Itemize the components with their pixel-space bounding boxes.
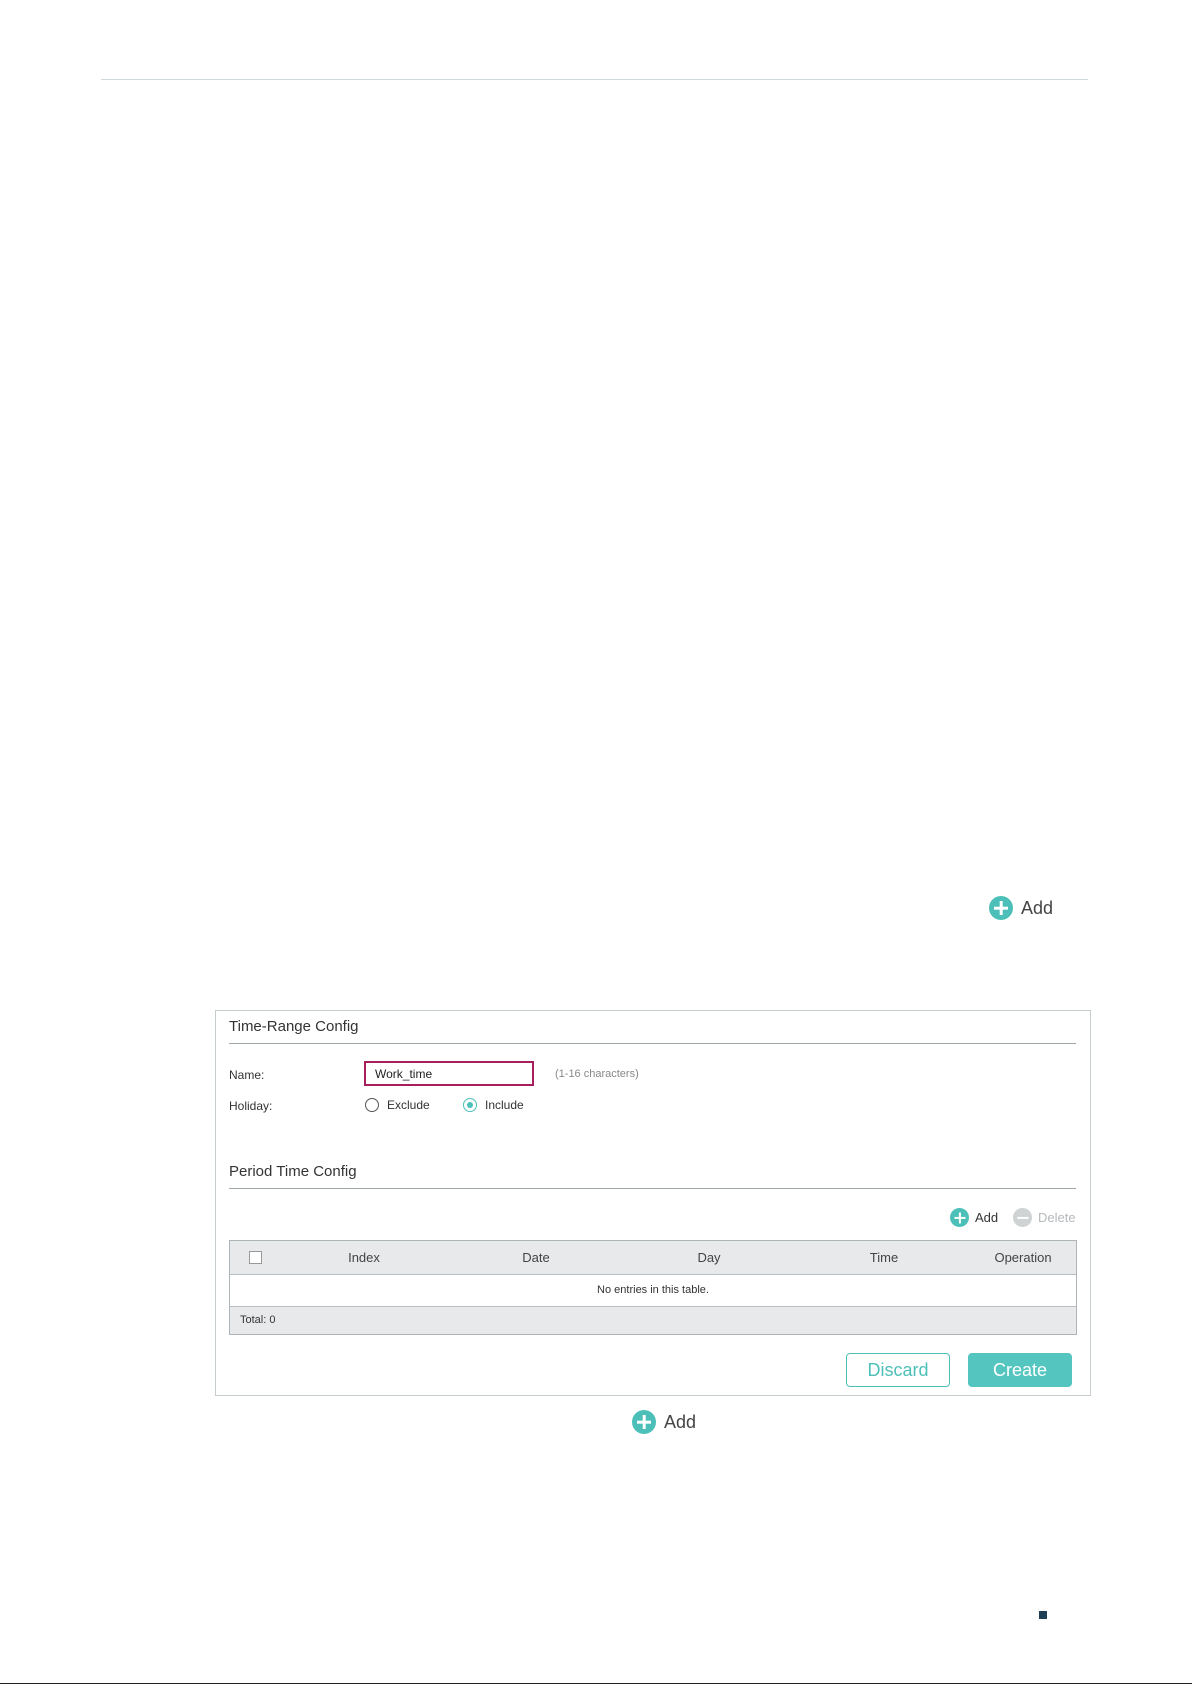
plus-circle-icon: [989, 896, 1013, 920]
name-hint: (1-16 characters): [555, 1068, 639, 1080]
column-header-day: Day: [697, 1250, 721, 1265]
period-time-table: Index Date Day Time Operation No entries…: [229, 1240, 1077, 1335]
minus-circle-icon: [1013, 1208, 1032, 1227]
select-all-checkbox[interactable]: [249, 1251, 262, 1264]
radio-label-exclude: Exclude: [387, 1098, 430, 1112]
table-header: Index Date Day Time Operation: [230, 1241, 1076, 1275]
column-header-operation: Operation: [994, 1250, 1052, 1265]
radio-label-include: Include: [485, 1098, 524, 1112]
holiday-radio-exclude[interactable]: Exclude: [365, 1098, 430, 1112]
bottom-divider: [0, 1683, 1192, 1684]
page-marker: [1039, 1611, 1047, 1619]
section-title-period-time: Period Time Config: [229, 1163, 357, 1180]
table-empty-message: No entries in this table.: [597, 1284, 709, 1296]
section-title-time-range: Time-Range Config: [229, 1018, 359, 1035]
column-header-index: Index: [348, 1250, 380, 1265]
name-label: Name:: [229, 1068, 265, 1082]
add-button-bottom[interactable]: Add: [632, 1410, 696, 1434]
table-delete-button[interactable]: Delete: [1013, 1208, 1076, 1227]
time-range-config-panel: Time-Range Config Name: (1-16 characters…: [215, 1010, 1091, 1396]
holiday-label: Holiday:: [229, 1099, 273, 1113]
name-input[interactable]: [364, 1061, 534, 1086]
column-header-time: Time: [869, 1250, 899, 1265]
holiday-radio-include[interactable]: Include: [463, 1098, 524, 1112]
add-button-top[interactable]: Add: [989, 896, 1053, 920]
discard-button[interactable]: Discard: [846, 1353, 950, 1387]
plus-circle-icon: [950, 1208, 969, 1227]
plus-circle-icon: [632, 1410, 656, 1434]
table-footer-total: Total: 0: [230, 1306, 1076, 1334]
add-label: Add: [1021, 897, 1054, 918]
create-button[interactable]: Create: [968, 1353, 1072, 1387]
section-divider: [229, 1188, 1076, 1189]
column-header-date: Date: [522, 1250, 550, 1265]
table-delete-label: Delete: [1038, 1210, 1076, 1225]
table-add-label: Add: [975, 1210, 999, 1225]
table-add-button[interactable]: Add: [950, 1208, 998, 1227]
radio-checked-icon: [463, 1098, 477, 1112]
add-label: Add: [664, 1411, 697, 1432]
top-divider: [101, 79, 1088, 80]
radio-unchecked-icon: [365, 1098, 379, 1112]
section-divider: [229, 1043, 1076, 1044]
